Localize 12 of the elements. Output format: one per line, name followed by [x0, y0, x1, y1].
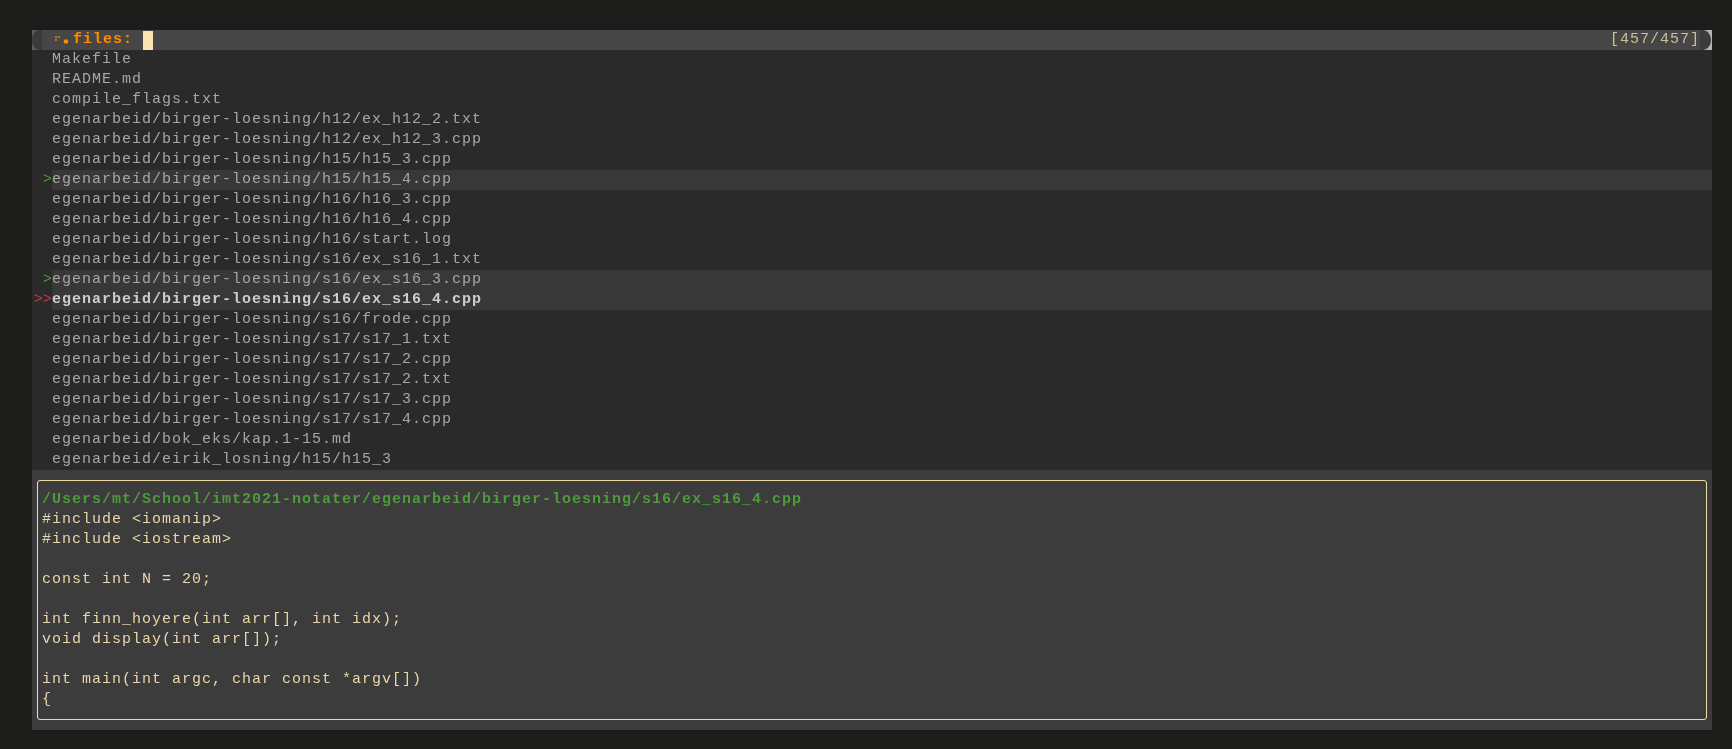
code-line: void display(int arr[]); — [42, 630, 284, 650]
code-line: { — [42, 690, 53, 710]
match-counter: [457/457] — [1610, 30, 1700, 50]
dots-icon — [55, 35, 70, 45]
file-path: /Users/mt/School/imt2021-notater/egenarbeid/birger-loesning/s16/ex_s16_4.cpp — [42, 490, 804, 510]
code-line: int main(int argc, char const *argv[]) — [42, 670, 424, 690]
code-line: #include <iostream> — [42, 530, 234, 550]
prompt-label: files: — [73, 30, 133, 50]
code-line: #include <iomanip> — [42, 510, 224, 530]
code-line: const int N = 20; — [42, 570, 214, 590]
cursor-icon — [143, 30, 153, 50]
code-line: int finn_hoyere(int arr[], int idx); — [42, 610, 404, 630]
